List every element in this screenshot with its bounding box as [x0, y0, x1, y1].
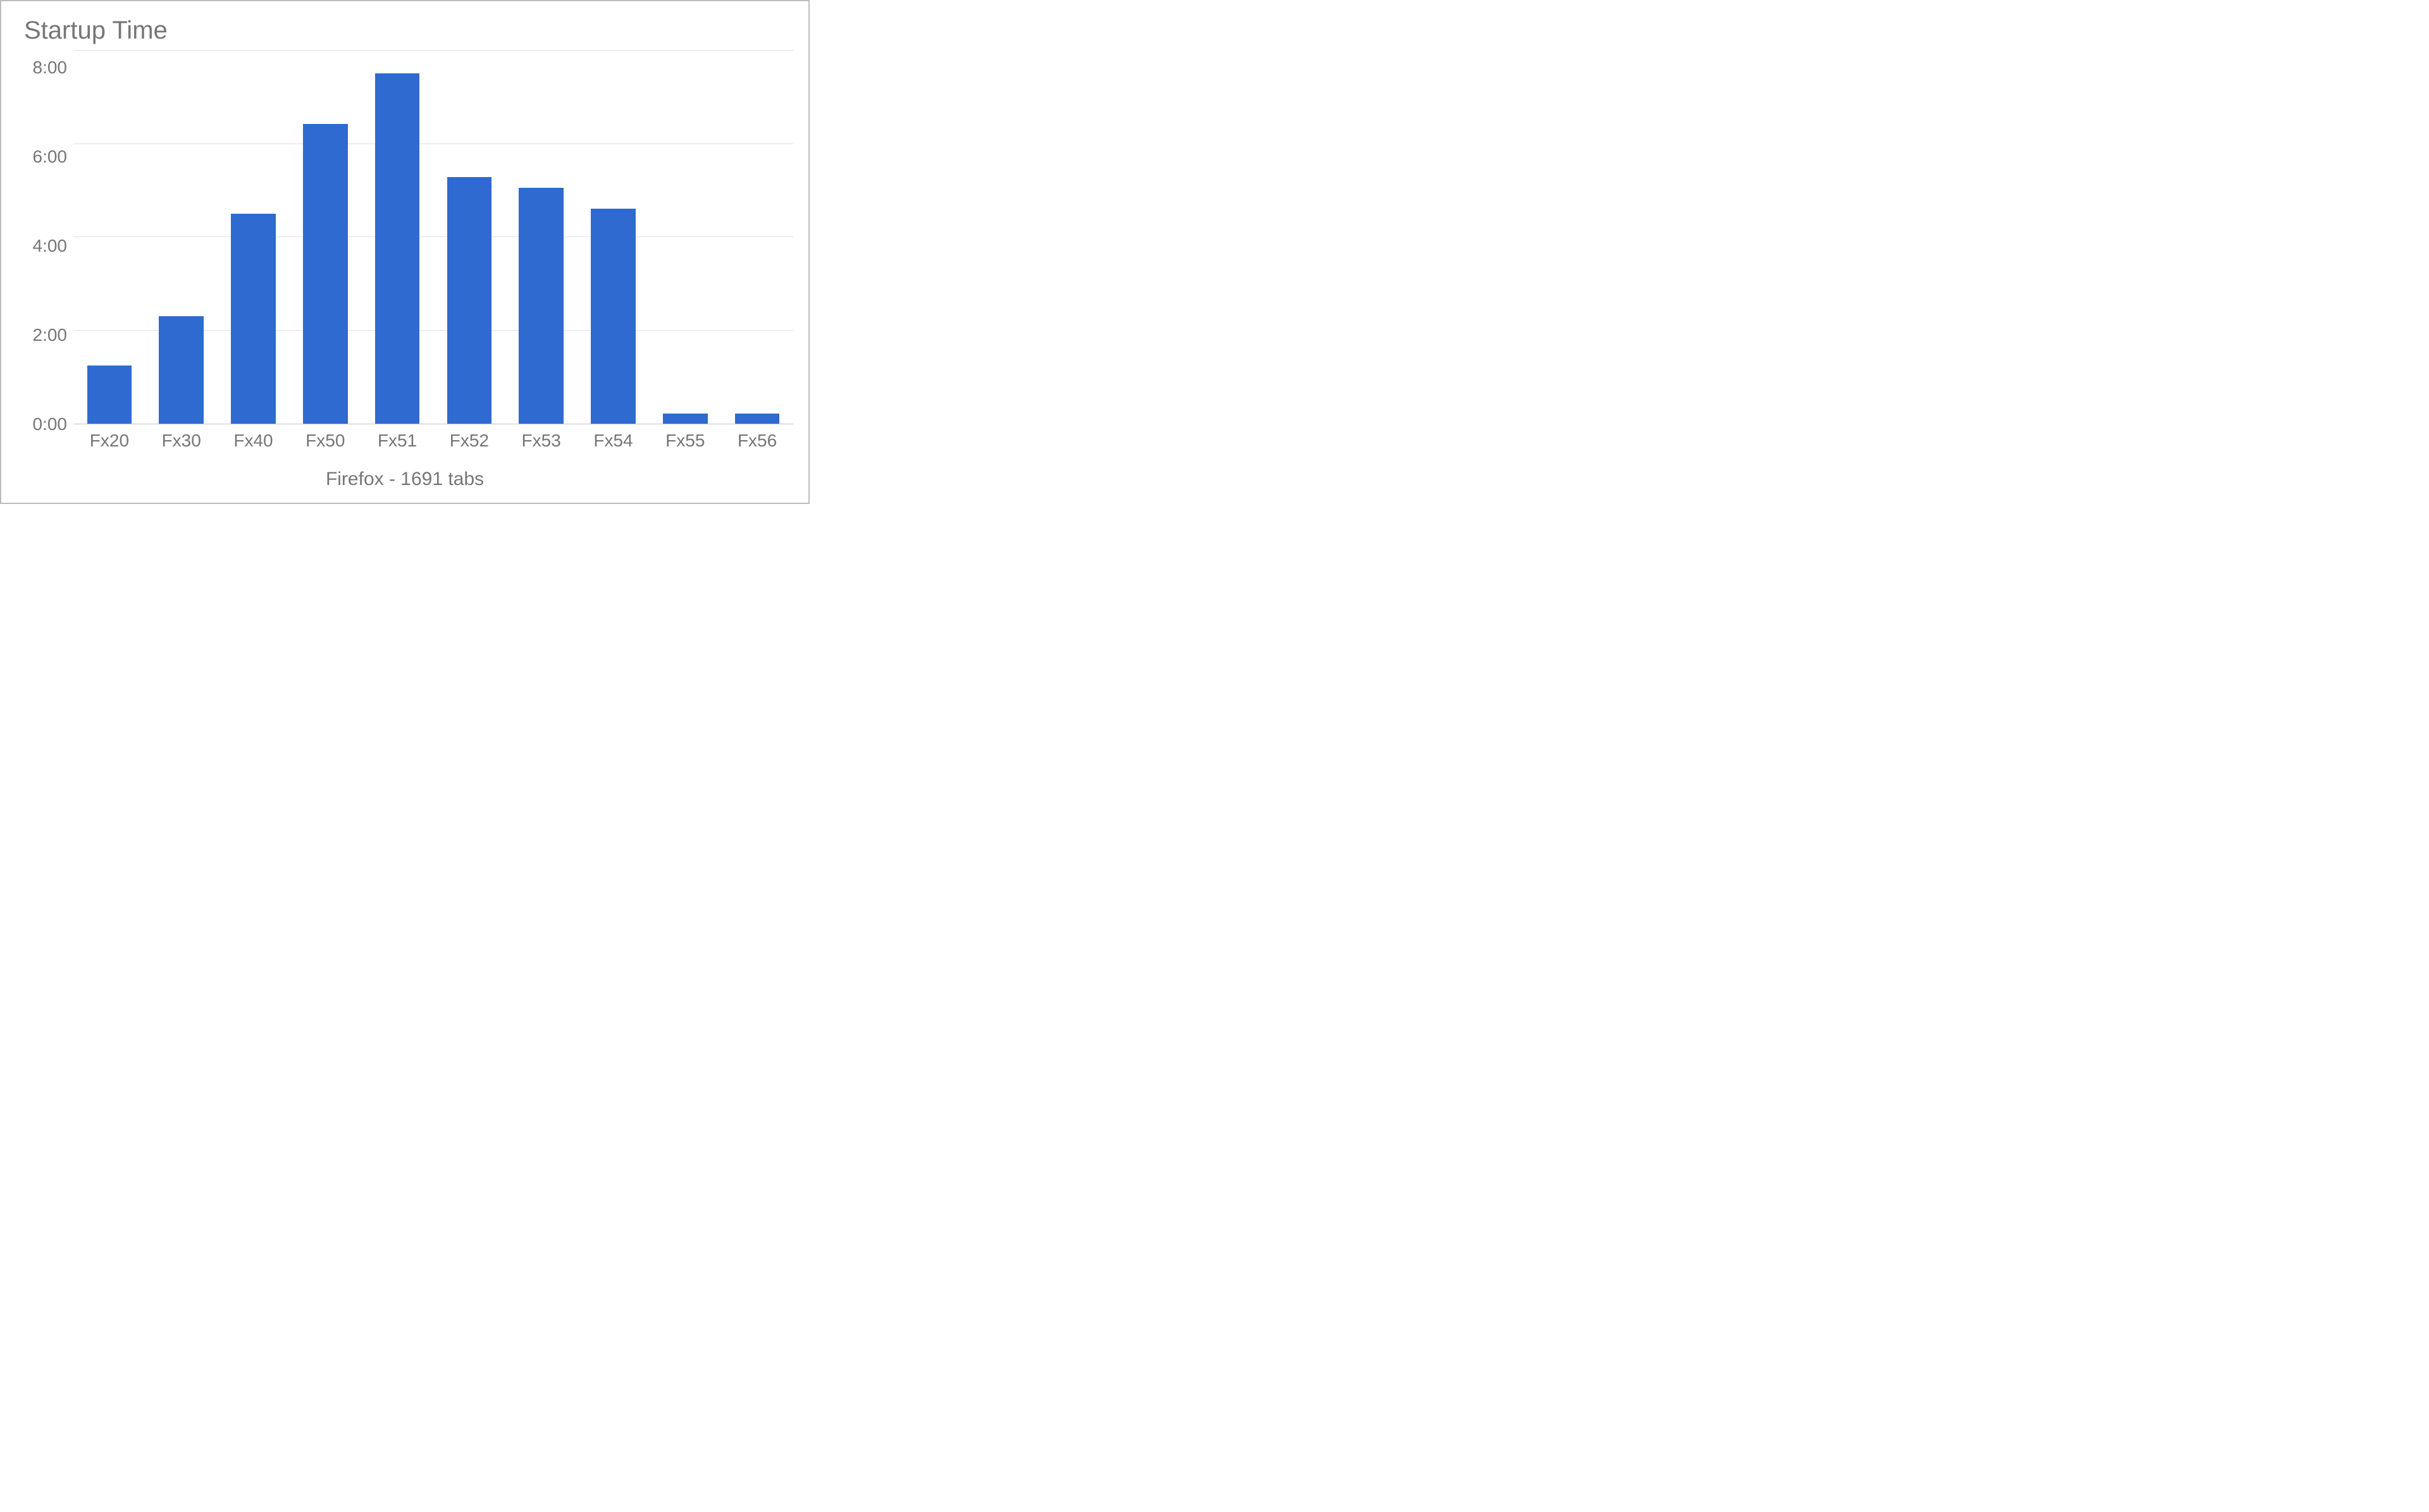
chart-title: Startup Time — [24, 16, 793, 45]
x-tick-label: Fx51 — [361, 431, 433, 451]
bars-layer — [73, 50, 793, 424]
bar — [303, 124, 348, 424]
x-axis-labels: Fx20Fx30Fx40Fx50Fx51Fx52Fx53Fx54Fx55Fx56 — [73, 431, 793, 451]
x-axis-caption: Firefox - 1691 tabs — [16, 469, 793, 490]
bar-slot — [289, 50, 361, 424]
bar — [735, 414, 780, 424]
x-tick-label: Fx56 — [721, 431, 793, 451]
bar — [519, 188, 564, 424]
bar-slot — [578, 50, 650, 424]
y-tick-label: 0:00 — [33, 415, 68, 433]
bar-slot — [145, 50, 218, 424]
x-tick-label: Fx54 — [578, 431, 650, 451]
x-tick-label: Fx40 — [218, 431, 290, 451]
x-tick-label: Fx30 — [145, 431, 218, 451]
y-tick-label: 8:00 — [33, 59, 68, 77]
bar-slot — [361, 50, 433, 424]
x-tick-label: Fx55 — [649, 431, 721, 451]
bar — [87, 366, 132, 424]
plot-area: 8:00 6:00 4:00 2:00 0:00 — [16, 50, 793, 424]
x-tick-label: Fx50 — [289, 431, 361, 451]
bar — [447, 177, 492, 424]
bar-slot — [73, 50, 145, 424]
bar — [231, 214, 276, 424]
bar — [663, 414, 708, 424]
x-tick-label: Fx52 — [433, 431, 505, 451]
y-tick-label: 2:00 — [33, 326, 68, 344]
chart-frame: Startup Time 8:00 6:00 4:00 2:00 0:00 Fx… — [0, 0, 810, 504]
bar-slot — [649, 50, 721, 424]
bar-slot — [505, 50, 578, 424]
y-axis: 8:00 6:00 4:00 2:00 0:00 — [16, 50, 73, 424]
bar — [159, 316, 204, 424]
bar-slot — [721, 50, 793, 424]
bar — [375, 73, 420, 424]
x-tick-label: Fx20 — [73, 431, 145, 451]
x-axis: Fx20Fx30Fx40Fx50Fx51Fx52Fx53Fx54Fx55Fx56 — [16, 431, 793, 451]
grid-area — [73, 50, 793, 424]
bar-slot — [218, 50, 290, 424]
x-tick-label: Fx53 — [505, 431, 578, 451]
y-tick-label: 6:00 — [33, 148, 68, 166]
bar-slot — [433, 50, 505, 424]
bar — [591, 209, 636, 424]
y-tick-label: 4:00 — [33, 237, 68, 255]
